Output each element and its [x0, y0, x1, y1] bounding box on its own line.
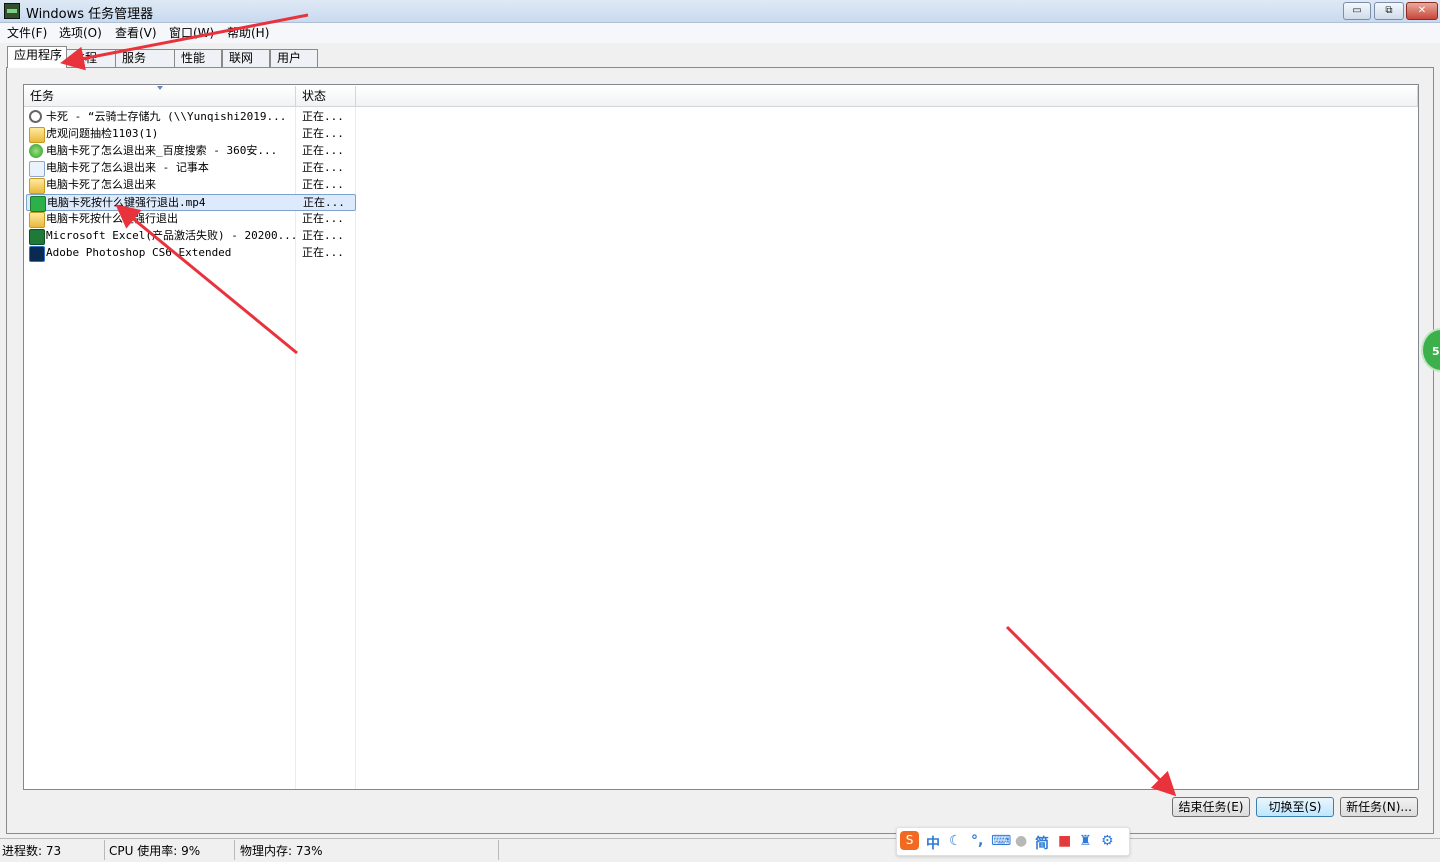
photoshop-icon — [29, 246, 45, 262]
task-name: Microsoft Excel(产品激活失败) - 20200... — [46, 229, 298, 242]
task-name: 电脑卡死了怎么退出来 - 记事本 — [46, 161, 209, 174]
simplified-icon[interactable]: 简 — [1035, 833, 1049, 853]
task-row[interactable]: 电脑卡死按什么键强行退出 正在... — [26, 211, 356, 228]
tab-users[interactable]: 用户 — [270, 49, 318, 67]
tab-performance[interactable]: 性能 — [174, 49, 222, 67]
search-icon — [29, 110, 42, 123]
task-name: 电脑卡死了怎么退出来_百度搜索 - 360安... — [46, 144, 278, 157]
notepad-icon — [29, 161, 45, 177]
sogou-logo-icon[interactable]: S — [900, 831, 919, 850]
task-status: 正在... — [302, 127, 344, 140]
menu-file[interactable]: 文件(F) — [1, 24, 53, 41]
tab-processes[interactable]: 进程 — [66, 49, 116, 67]
task-status: 正在... — [303, 196, 345, 209]
task-name: 电脑卡死了怎么退出来 — [46, 178, 156, 191]
column-header-filler — [356, 86, 1418, 107]
status-divider — [104, 840, 105, 860]
settings-icon[interactable]: ⚙ — [1101, 833, 1114, 849]
menu-window[interactable]: 窗口(W) — [163, 24, 220, 41]
task-name: Adobe Photoshop CS6 Extended — [46, 246, 232, 259]
excel-icon — [29, 229, 45, 245]
task-name: 电脑卡死按什么键强行退出.mp4 — [47, 196, 206, 209]
sort-arrow-icon — [157, 86, 163, 90]
status-divider — [498, 840, 499, 860]
memory-usage: 物理内存: 73% — [240, 844, 323, 858]
user-icon[interactable]: ● — [1015, 833, 1027, 849]
minimize-button[interactable]: ▭ — [1343, 2, 1371, 20]
restore-button[interactable]: ⧉ — [1374, 2, 1404, 20]
keyboard-icon[interactable]: ⌨ — [991, 833, 1011, 849]
task-row[interactable]: 电脑卡死了怎么退出来 正在... — [26, 177, 356, 194]
task-row[interactable]: 电脑卡死了怎么退出来_百度搜索 - 360安... 正在... — [26, 143, 356, 160]
task-name: 虎观问题抽检1103(1) — [46, 127, 159, 140]
status-divider — [234, 840, 235, 860]
menu-options[interactable]: 选项(O) — [53, 24, 108, 41]
end-task-button[interactable]: 结束任务(E) — [1172, 797, 1250, 817]
folder-icon — [29, 127, 45, 143]
switch-to-button[interactable]: 切换至(S) — [1256, 797, 1334, 817]
video-player-icon — [30, 196, 46, 212]
task-status: 正在... — [302, 161, 344, 174]
task-row[interactable]: 卡死 - “云骑士存储九 (\\Yunqishi2019... 正在... — [26, 109, 356, 126]
task-manager-app-icon — [4, 3, 20, 19]
task-status: 正在... — [302, 229, 344, 242]
tab-networking[interactable]: 联网 — [222, 49, 270, 67]
cpu-usage: CPU 使用率: 9% — [109, 844, 201, 858]
task-status: 正在... — [302, 246, 344, 259]
menu-help[interactable]: 帮助(H) — [221, 24, 275, 41]
new-task-button[interactable]: 新任务(N)... — [1340, 797, 1418, 817]
folder-icon — [29, 212, 45, 228]
task-row[interactable]: 虎观问题抽检1103(1) 正在... — [26, 126, 356, 143]
skin-icon[interactable]: ♜ — [1079, 833, 1092, 849]
task-status: 正在... — [302, 178, 344, 191]
column-header-status[interactable]: 状态 — [296, 86, 356, 107]
window-title: Windows 任务管理器 — [26, 7, 154, 22]
title-bar — [0, 0, 1440, 23]
browser-360-icon — [29, 144, 43, 158]
tab-services[interactable]: 服务 — [115, 49, 175, 67]
task-name: 电脑卡死按什么键强行退出 — [46, 212, 178, 225]
task-status: 正在... — [302, 110, 344, 123]
folder-icon — [29, 178, 45, 194]
task-status: 正在... — [302, 212, 344, 225]
task-status: 正在... — [302, 144, 344, 157]
task-row[interactable]: Adobe Photoshop CS6 Extended 正在... — [26, 245, 356, 262]
moon-icon[interactable]: ☾ — [949, 833, 962, 849]
punctuation-icon[interactable]: °, — [971, 833, 983, 849]
tab-applications[interactable]: 应用程序 — [7, 46, 67, 68]
chinese-mode-icon[interactable]: 中 — [926, 833, 940, 853]
close-button[interactable]: ✕ — [1406, 2, 1438, 20]
task-name: 卡死 - “云骑士存储九 (\\Yunqishi2019... — [46, 110, 287, 123]
task-row[interactable]: Microsoft Excel(产品激活失败) - 20200... 正在... — [26, 228, 356, 245]
task-row[interactable]: 电脑卡死按什么键强行退出.mp4 正在... — [26, 194, 356, 212]
status-bar — [0, 838, 1440, 862]
video-icon[interactable]: ■ — [1058, 833, 1071, 849]
menu-view[interactable]: 查看(V) — [109, 24, 163, 41]
task-row[interactable]: 电脑卡死了怎么退出来 - 记事本 正在... — [26, 160, 356, 177]
process-count: 进程数: 73 — [2, 844, 62, 858]
